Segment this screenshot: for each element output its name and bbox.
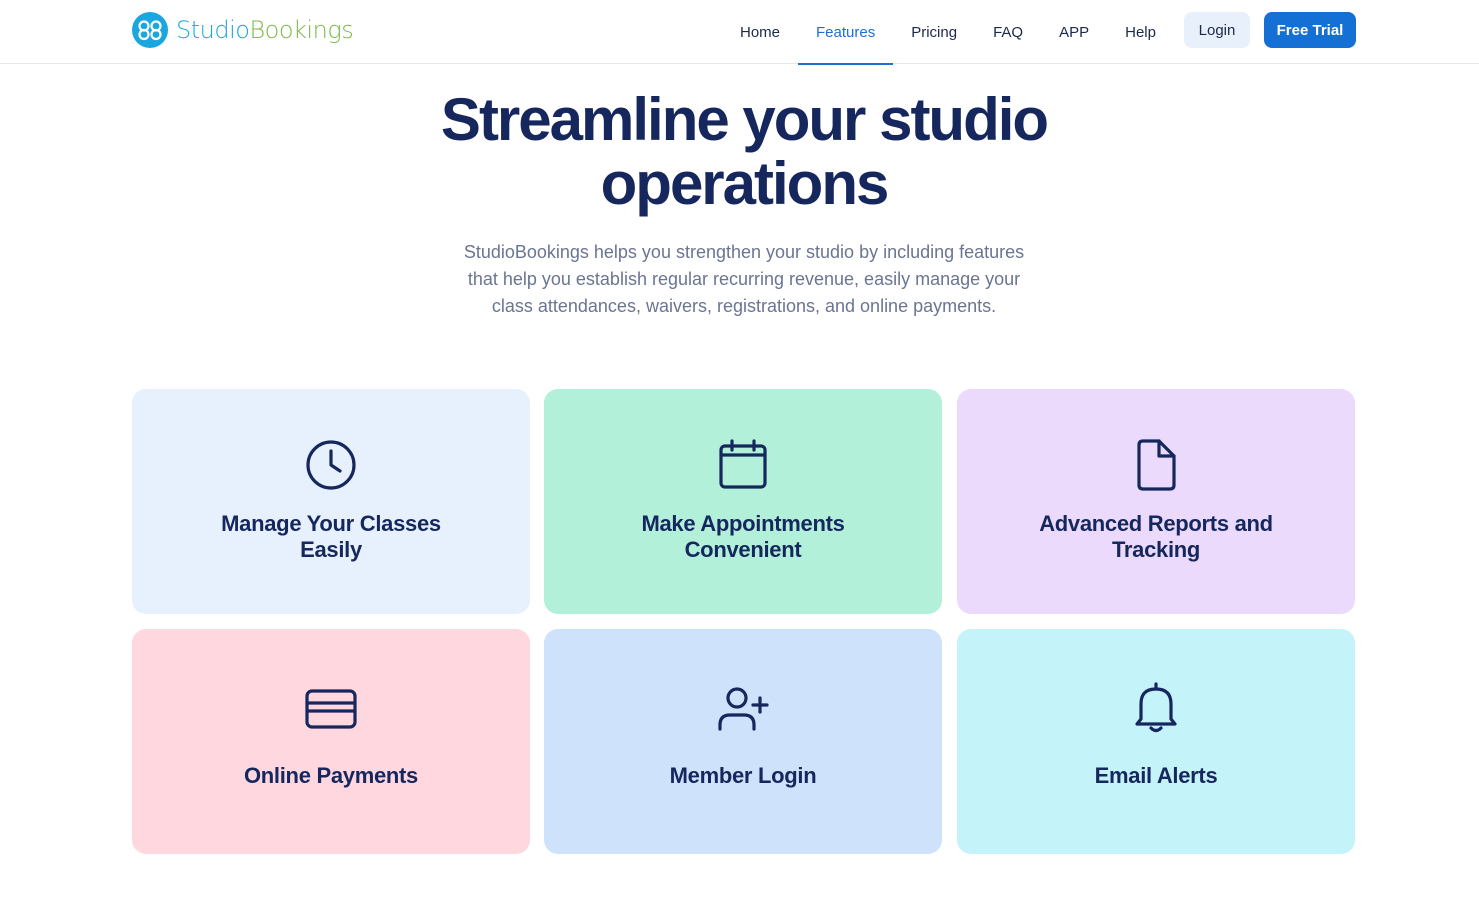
calendar-icon bbox=[715, 437, 771, 493]
logo-wordmark: StudioBookings bbox=[176, 16, 354, 44]
feature-card-manage-classes[interactable]: Manage Your Classes Easily bbox=[132, 389, 530, 614]
feature-card-appointments[interactable]: Make Appointments Convenient bbox=[544, 389, 942, 614]
login-button[interactable]: Login bbox=[1184, 12, 1250, 48]
feature-label: Manage Your Classes Easily bbox=[221, 511, 441, 562]
feature-label: Advanced Reports and Tracking bbox=[1039, 511, 1273, 562]
logo-text-studio: Studio bbox=[176, 16, 250, 44]
feature-card-member-login[interactable]: Member Login bbox=[544, 629, 942, 854]
feature-label: Online Payments bbox=[243, 763, 418, 788]
feature-card-reports[interactable]: Advanced Reports and Tracking bbox=[957, 389, 1355, 614]
hero-title: Streamline your studio operations bbox=[440, 86, 1049, 217]
nav-home[interactable]: Home bbox=[722, 0, 798, 64]
nav-features[interactable]: Features bbox=[798, 0, 894, 65]
nav-help[interactable]: Help bbox=[1107, 0, 1174, 64]
user-plus-icon bbox=[715, 681, 771, 737]
clock-icon bbox=[303, 437, 359, 493]
bell-icon bbox=[1128, 679, 1184, 735]
logo-mark-icon bbox=[132, 12, 168, 48]
studiobookings-logo[interactable]: StudioBookings bbox=[132, 12, 354, 48]
feature-label: Make Appointments Convenient bbox=[641, 511, 845, 562]
nav-pricing[interactable]: Pricing bbox=[893, 0, 975, 64]
logo-text-bookings: Bookings bbox=[249, 16, 354, 44]
nav-faq[interactable]: FAQ bbox=[975, 0, 1041, 64]
site-header: StudioBookings Home Features Pricing FAQ… bbox=[0, 0, 1479, 65]
document-icon bbox=[1128, 437, 1184, 493]
feature-label: Email Alerts bbox=[1094, 763, 1218, 788]
credit-card-icon bbox=[303, 681, 359, 737]
free-trial-button[interactable]: Free Trial bbox=[1264, 12, 1356, 48]
hero-subtitle: StudioBookings helps you strengthen your… bbox=[463, 242, 1025, 316]
main-nav: Home Features Pricing FAQ APP Help bbox=[722, 0, 1174, 65]
feature-card-online-payments[interactable]: Online Payments bbox=[132, 629, 530, 854]
nav-app[interactable]: APP bbox=[1041, 0, 1107, 64]
feature-label: Member Login bbox=[669, 763, 817, 788]
feature-card-email-alerts[interactable]: Email Alerts bbox=[957, 629, 1355, 854]
